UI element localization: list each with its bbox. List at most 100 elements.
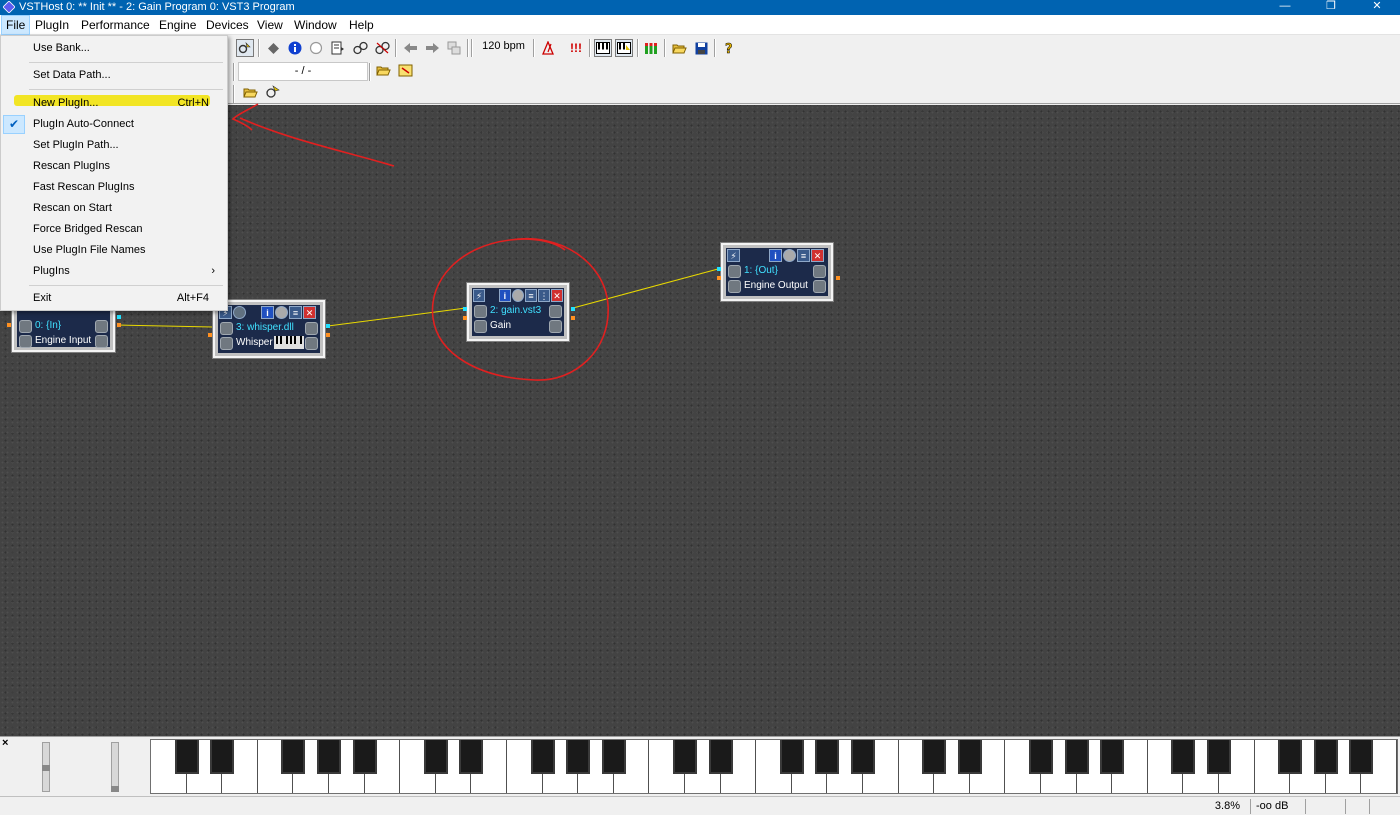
edit-chain-icon[interactable] bbox=[329, 39, 347, 57]
connect-icon[interactable] bbox=[351, 39, 369, 57]
plugin-box-whisper[interactable]: ⚡ i ≡ ✕ 3: whisper.dll Whisper bbox=[213, 300, 325, 358]
restore-button[interactable]: ❐ bbox=[1308, 0, 1354, 15]
menu-item-rescan-on-start[interactable]: Rescan on Start bbox=[3, 198, 225, 219]
edit-icon[interactable]: ⚡ bbox=[727, 249, 740, 262]
edit-icon[interactable]: ⚡ bbox=[473, 289, 486, 302]
input-pin[interactable] bbox=[7, 323, 11, 327]
keyboard-icon[interactable] bbox=[594, 39, 612, 57]
black-key[interactable] bbox=[566, 740, 591, 774]
mix-knob-icon[interactable] bbox=[95, 335, 108, 348]
input-knob-icon[interactable] bbox=[728, 265, 741, 278]
info-icon[interactable]: i bbox=[498, 289, 511, 302]
menu-window[interactable]: Window bbox=[290, 15, 341, 35]
mix-knob-icon[interactable] bbox=[813, 280, 826, 293]
output-knob-icon[interactable] bbox=[305, 322, 318, 335]
metronome-icon[interactable] bbox=[539, 39, 557, 57]
player-config-icon[interactable] bbox=[263, 83, 281, 101]
info-icon[interactable]: i bbox=[261, 306, 274, 319]
mix-knob-icon[interactable] bbox=[549, 320, 562, 333]
menu-item-set-data-path[interactable]: Set Data Path... bbox=[3, 65, 225, 86]
song-position-display[interactable]: - / - bbox=[238, 62, 368, 81]
cascade-icon[interactable] bbox=[445, 39, 463, 57]
tempo-display[interactable]: 120 bpm bbox=[476, 38, 531, 57]
output-pin-2[interactable] bbox=[117, 323, 121, 327]
black-key[interactable] bbox=[1064, 740, 1089, 774]
black-key[interactable] bbox=[673, 740, 697, 774]
input-knob-icon[interactable] bbox=[474, 305, 487, 318]
program-icon[interactable]: ≡ bbox=[289, 306, 302, 319]
black-key[interactable] bbox=[1171, 740, 1196, 774]
menu-devices[interactable]: Devices bbox=[202, 15, 253, 35]
menu-item-exit[interactable]: Exit Alt+F4 bbox=[3, 288, 225, 309]
output-pin-1[interactable] bbox=[571, 307, 575, 311]
mix-knob-icon[interactable] bbox=[305, 337, 318, 350]
edit-knob-icon[interactable] bbox=[728, 280, 741, 293]
close-icon[interactable]: ✕ bbox=[303, 306, 316, 319]
close-icon[interactable]: ✕ bbox=[811, 249, 824, 262]
black-key[interactable] bbox=[281, 740, 306, 774]
close-window-button[interactable]: ✕ bbox=[1354, 0, 1400, 15]
plugin-box-gain[interactable]: ⚡ i ≡ ⋮ ✕ 2: gain.vst3 Gain bbox=[467, 283, 569, 341]
program-icon[interactable]: ≡ bbox=[797, 249, 810, 262]
open-player-file-icon[interactable] bbox=[241, 83, 259, 101]
program-icon[interactable]: ≡ bbox=[524, 289, 537, 302]
level-meter-icon[interactable] bbox=[642, 39, 660, 57]
input-knob-icon[interactable] bbox=[220, 322, 233, 335]
black-key[interactable] bbox=[530, 740, 555, 774]
info-icon[interactable] bbox=[286, 39, 304, 57]
bypass-icon[interactable] bbox=[511, 289, 524, 302]
output-pin[interactable] bbox=[836, 276, 840, 280]
piano-keyboard[interactable] bbox=[150, 739, 1398, 794]
plugin-box-engine-output[interactable]: ⚡ i ≡ ✕ 1: {Out} Engine Output bbox=[721, 243, 833, 301]
edit-knob-icon[interactable] bbox=[220, 337, 233, 350]
arrow-left-icon[interactable] bbox=[401, 39, 419, 57]
menu-file[interactable]: File bbox=[1, 15, 31, 35]
bypass-icon[interactable] bbox=[783, 249, 796, 262]
menu-item-set-plugin-path[interactable]: Set PlugIn Path... bbox=[3, 135, 225, 156]
output-pin-1[interactable] bbox=[326, 324, 330, 328]
settings-icon[interactable]: ⋮ bbox=[537, 289, 550, 302]
edit-knob-icon[interactable] bbox=[19, 335, 32, 348]
black-key[interactable] bbox=[779, 740, 804, 774]
output-knob-icon[interactable] bbox=[95, 320, 108, 333]
open-folder-icon[interactable] bbox=[670, 39, 688, 57]
bypass-icon[interactable] bbox=[275, 306, 288, 319]
black-key[interactable] bbox=[922, 740, 947, 774]
black-key[interactable] bbox=[1207, 740, 1231, 774]
record-file-icon[interactable] bbox=[396, 61, 414, 79]
input-pin-2[interactable] bbox=[463, 316, 467, 320]
info-icon[interactable]: i bbox=[769, 249, 782, 262]
input-pin[interactable] bbox=[208, 333, 212, 337]
output-knob-icon[interactable] bbox=[549, 305, 562, 318]
pitch-wheel-slider[interactable] bbox=[42, 742, 50, 792]
input-knob-icon[interactable] bbox=[19, 320, 32, 333]
black-key[interactable] bbox=[174, 740, 199, 774]
black-key[interactable] bbox=[1029, 740, 1053, 774]
minimize-button[interactable]: — bbox=[1262, 0, 1308, 15]
black-key[interactable] bbox=[1100, 740, 1125, 774]
panic-button[interactable]: !!! bbox=[565, 39, 587, 57]
output-pin-2[interactable] bbox=[326, 333, 330, 337]
autoconnect-icon[interactable] bbox=[236, 39, 254, 57]
menu-item-use-bank[interactable]: Use Bank... bbox=[3, 38, 225, 59]
menu-item-plugin-auto-connect[interactable]: ✔ PlugIn Auto-Connect bbox=[3, 114, 225, 135]
black-key[interactable] bbox=[1349, 740, 1374, 774]
menu-item-use-plugin-file-names[interactable]: Use PlugIn File Names bbox=[3, 240, 225, 261]
edit-knob-icon[interactable] bbox=[474, 320, 487, 333]
save-icon[interactable] bbox=[692, 39, 710, 57]
menu-plugin[interactable]: PlugIn bbox=[31, 15, 73, 35]
output-pin-1[interactable] bbox=[117, 315, 121, 319]
output-pin-2[interactable] bbox=[571, 316, 575, 320]
menu-help[interactable]: Help bbox=[345, 15, 378, 35]
black-key[interactable] bbox=[459, 740, 484, 774]
arrow-right-icon[interactable] bbox=[423, 39, 441, 57]
menu-engine[interactable]: Engine bbox=[155, 15, 200, 35]
input-pin-1[interactable] bbox=[717, 267, 721, 271]
disconnect-icon[interactable] bbox=[373, 39, 391, 57]
diamond-icon[interactable] bbox=[264, 39, 282, 57]
open-file-icon[interactable] bbox=[374, 61, 392, 79]
black-key[interactable] bbox=[210, 740, 235, 774]
help-icon[interactable]: ? bbox=[720, 39, 738, 57]
close-keyboard-icon[interactable]: × bbox=[2, 737, 8, 749]
black-key[interactable] bbox=[1313, 740, 1338, 774]
